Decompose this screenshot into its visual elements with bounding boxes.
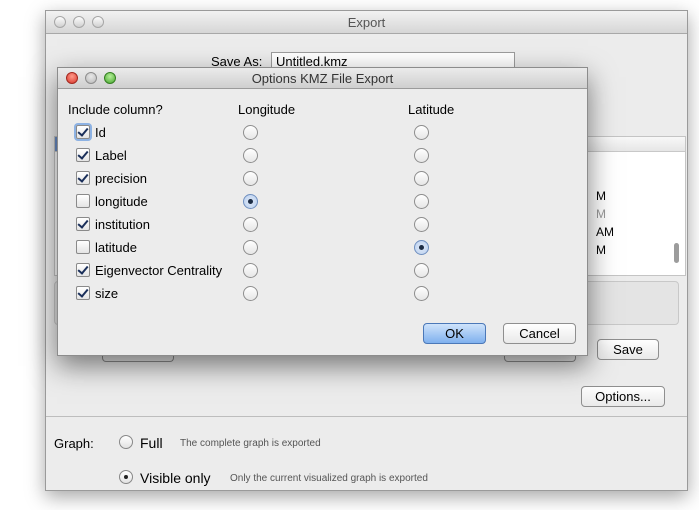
save-button[interactable]: Save [597, 339, 659, 360]
latitude-radio[interactable] [414, 286, 429, 301]
list-item[interactable]: M [596, 189, 606, 203]
latitude-radio[interactable] [414, 263, 429, 278]
column-row: Eigenvector Centrality [58, 260, 587, 282]
column-row: Id [58, 122, 587, 144]
graph-visible-only-label[interactable]: Visible only [140, 470, 211, 486]
longitude-column-header: Longitude [238, 102, 296, 117]
include-checkbox[interactable] [76, 217, 90, 231]
column-row: longitude [58, 191, 587, 213]
include-column-header: Include column? [68, 102, 163, 117]
dialog-title: Options KMZ File Export [251, 71, 394, 86]
export-titlebar: Export [46, 11, 687, 34]
graph-visible-only-radio[interactable] [119, 470, 133, 484]
export-window-title: Export [347, 15, 386, 30]
list-item[interactable]: M [596, 207, 606, 221]
latitude-column-header: Latitude [408, 102, 455, 117]
include-checkbox[interactable] [76, 171, 90, 185]
cancel-button[interactable]: Cancel [503, 323, 576, 344]
include-checkbox[interactable] [76, 286, 90, 300]
graph-full-radio[interactable] [119, 435, 133, 449]
options-button[interactable]: Options... [581, 386, 665, 407]
column-row: institution [58, 214, 587, 236]
latitude-radio[interactable] [414, 217, 429, 232]
column-label[interactable]: latitude [95, 240, 137, 255]
column-row: Label [58, 145, 587, 167]
longitude-radio[interactable] [243, 263, 258, 278]
options-dialog: Options KMZ File Export Include column? … [57, 67, 588, 356]
latitude-radio[interactable] [414, 194, 429, 209]
include-checkbox[interactable] [76, 125, 90, 139]
dialog-titlebar: Options KMZ File Export [58, 68, 587, 89]
graph-full-description: The complete graph is exported [180, 438, 321, 449]
graph-panel: Graph: Full The complete graph is export… [46, 416, 687, 491]
column-label[interactable]: longitude [95, 194, 148, 209]
longitude-radio[interactable] [243, 171, 258, 186]
graph-label: Graph: [54, 436, 94, 451]
longitude-radio[interactable] [243, 148, 258, 163]
longitude-radio[interactable] [243, 217, 258, 232]
list-item[interactable]: AM [596, 225, 614, 239]
include-checkbox[interactable] [76, 194, 90, 208]
longitude-radio[interactable] [243, 194, 258, 209]
list-scrollbar-thumb[interactable] [674, 243, 679, 263]
ok-button[interactable]: OK [423, 323, 486, 344]
column-label[interactable]: Id [95, 125, 106, 140]
latitude-radio[interactable] [414, 171, 429, 186]
include-checkbox[interactable] [76, 240, 90, 254]
longitude-radio[interactable] [243, 125, 258, 140]
column-row: latitude [58, 237, 587, 259]
include-checkbox[interactable] [76, 148, 90, 162]
column-label[interactable]: institution [95, 217, 150, 232]
column-row: size [58, 283, 587, 305]
graph-full-label[interactable]: Full [140, 435, 163, 451]
column-label[interactable]: Eigenvector Centrality [95, 263, 222, 278]
include-checkbox[interactable] [76, 263, 90, 277]
column-label[interactable]: size [95, 286, 118, 301]
latitude-radio[interactable] [414, 240, 429, 255]
latitude-radio[interactable] [414, 148, 429, 163]
column-label[interactable]: precision [95, 171, 147, 186]
column-row: precision [58, 168, 587, 190]
latitude-radio[interactable] [414, 125, 429, 140]
longitude-radio[interactable] [243, 286, 258, 301]
list-item[interactable]: M [596, 243, 606, 257]
column-label[interactable]: Label [95, 148, 127, 163]
longitude-radio[interactable] [243, 240, 258, 255]
graph-visible-only-description: Only the current visualized graph is exp… [230, 473, 428, 484]
